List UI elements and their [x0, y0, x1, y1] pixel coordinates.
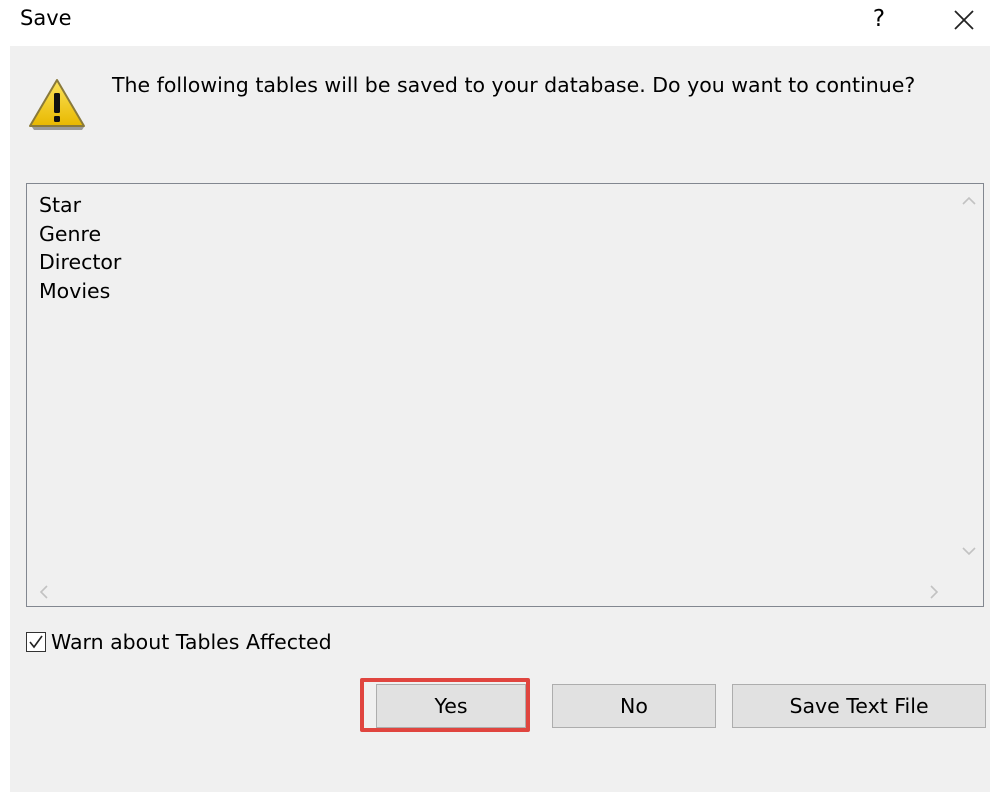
tables-list: Star Genre Director Movies: [39, 191, 121, 305]
save-dialog: Save ? The following tables will be save…: [0, 0, 990, 792]
warning-icon: [26, 74, 88, 132]
warn-tables-checkbox[interactable]: [26, 632, 46, 652]
yes-button-highlight: [360, 678, 530, 732]
scroll-right-icon[interactable]: [929, 585, 939, 599]
close-button[interactable]: [948, 4, 980, 36]
warn-tables-label[interactable]: Warn about Tables Affected: [51, 630, 332, 654]
list-item[interactable]: Movies: [39, 277, 121, 306]
horizontal-scrollbar[interactable]: [27, 576, 955, 606]
title-bar: Save ?: [0, 0, 990, 46]
dialog-title: Save: [20, 6, 72, 30]
scroll-up-icon[interactable]: [962, 196, 976, 206]
help-button[interactable]: ?: [866, 3, 892, 37]
no-button[interactable]: No: [552, 684, 716, 728]
confirmation-message: The following tables will be saved to yo…: [112, 73, 916, 97]
list-item[interactable]: Star: [39, 191, 121, 220]
scroll-down-icon[interactable]: [962, 546, 976, 556]
tables-listbox[interactable]: Star Genre Director Movies: [26, 183, 984, 607]
close-icon: [954, 10, 974, 30]
save-text-file-button[interactable]: Save Text File: [732, 684, 986, 728]
scroll-left-icon[interactable]: [39, 585, 49, 599]
vertical-scrollbar[interactable]: [955, 184, 983, 576]
warn-tables-option[interactable]: Warn about Tables Affected: [26, 630, 332, 654]
list-item[interactable]: Director: [39, 248, 121, 277]
checkmark-icon: [29, 635, 43, 649]
scrollbar-corner: [955, 576, 983, 606]
list-item[interactable]: Genre: [39, 220, 121, 249]
